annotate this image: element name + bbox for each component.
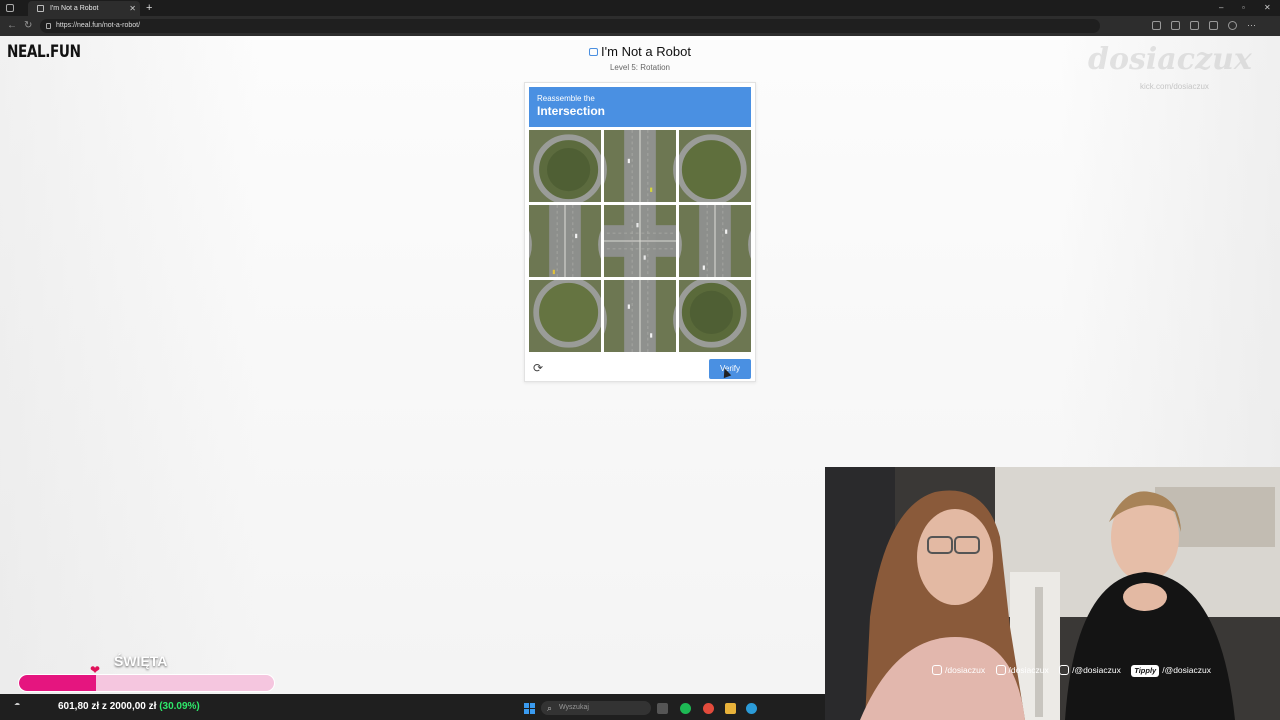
kick-link: kick.com/dosiaczux [1140, 82, 1209, 91]
goal-amount: 601,80 zł z 2000,00 zł (30.09%) [58, 701, 200, 712]
extensions-icon[interactable] [1190, 21, 1199, 30]
captcha-tile[interactable] [529, 280, 601, 352]
address-bar-row: ← ↻ https://neal.fun/not-a-robot/ ⋯ [0, 16, 1280, 36]
captcha-tile[interactable] [604, 130, 676, 202]
maximize-icon[interactable]: ▫ [1242, 0, 1245, 16]
start-icon[interactable] [524, 703, 535, 714]
tippy-badge: Tipply [1131, 665, 1160, 677]
captcha-tile[interactable] [679, 130, 751, 202]
instagram-link: /dosiaczux [932, 664, 985, 676]
heart-icon: ❤ [90, 663, 101, 677]
captcha-target: Intersection [537, 104, 606, 118]
captcha-tile-grid [529, 130, 751, 352]
goal-percent: (30.09%) [159, 701, 200, 712]
favorites-icon[interactable] [1209, 21, 1218, 30]
profile-icon[interactable] [1228, 21, 1237, 30]
goal-amount-text: 601,80 zł z 2000,00 zł [58, 701, 157, 712]
file-explorer-icon[interactable] [725, 703, 736, 714]
captcha-tile[interactable] [529, 205, 601, 277]
site-logo[interactable]: NEAL.FUN [7, 42, 81, 62]
close-window-icon[interactable]: ✕ [1264, 0, 1271, 16]
captcha-tile[interactable] [604, 280, 676, 352]
captcha-header: Reassemble the Intersection [529, 87, 751, 127]
edge-icon[interactable] [746, 703, 757, 714]
tab-actions-icon[interactable] [6, 4, 14, 12]
url-text: https://neal.fun/not-a-robot/ [56, 22, 141, 29]
reload-icon[interactable]: ↻ [24, 20, 32, 32]
weather-icon[interactable]: ☁ [14, 700, 20, 707]
close-tab-icon[interactable]: ✕ [129, 1, 136, 16]
captcha-tile[interactable] [679, 280, 751, 352]
goal-title: ŚWIĘTA [114, 653, 168, 669]
robot-icon [589, 48, 599, 56]
more-icon[interactable]: ⋯ [1247, 21, 1256, 30]
browser-tab[interactable]: I'm Not a Robot ✕ [28, 1, 140, 16]
captcha-instruction: Reassemble the [537, 94, 595, 103]
captcha-tile[interactable] [604, 205, 676, 277]
speaker-icon [37, 5, 44, 12]
level-label: Level 5: Rotation [609, 63, 671, 72]
youtube-link: /@dosiaczux [1059, 664, 1121, 676]
page-title: I'm Not a Robot [540, 44, 740, 59]
captcha-tile[interactable] [679, 205, 751, 277]
streamer-watermark: dosiaczux [1088, 42, 1252, 77]
captcha-footer: ⟳ Verify [529, 358, 751, 379]
instagram-icon [932, 665, 942, 675]
tiktok-icon [995, 665, 1006, 675]
minimize-icon[interactable]: – [1219, 0, 1223, 16]
back-icon[interactable]: ← [7, 20, 17, 32]
tiktok-link: /dosiaczux [995, 664, 1049, 676]
task-view-icon[interactable] [657, 703, 668, 714]
goal-progress-bar [18, 674, 275, 692]
webcam-overlay [825, 467, 1280, 720]
tippy-link: Tipply/@dosiaczux [1131, 664, 1211, 677]
spotify-icon[interactable] [680, 703, 691, 714]
webcam-image [825, 467, 1280, 720]
tab-title: I'm Not a Robot [50, 5, 99, 12]
favorite-icon[interactable] [1152, 21, 1161, 30]
youtube-icon [1059, 665, 1070, 675]
page-title-text: I'm Not a Robot [601, 44, 691, 59]
captcha-tile[interactable] [529, 130, 601, 202]
browser-tab-bar: I'm Not a Robot ✕ + – ▫ ✕ [0, 0, 1280, 16]
social-links: /dosiaczux /dosiaczux /@dosiaczux Tipply… [932, 664, 1219, 677]
taskbar-search[interactable]: Wyszukaj [541, 701, 651, 715]
page-header: I'm Not a Robot Level 5: Rotation [540, 44, 740, 72]
captcha-widget: Reassemble the Intersection ⟳ Verify [524, 82, 756, 382]
reload-puzzle-icon[interactable]: ⟳ [533, 362, 545, 374]
verify-button[interactable]: Verify [709, 359, 751, 379]
chrome-icon[interactable] [703, 703, 714, 714]
goal-progress-fill [19, 675, 96, 691]
new-tab-button[interactable]: + [146, 0, 152, 16]
lock-icon [46, 23, 51, 29]
url-field[interactable]: https://neal.fun/not-a-robot/ [40, 19, 1100, 33]
refresh-extension-icon[interactable] [1171, 21, 1180, 30]
